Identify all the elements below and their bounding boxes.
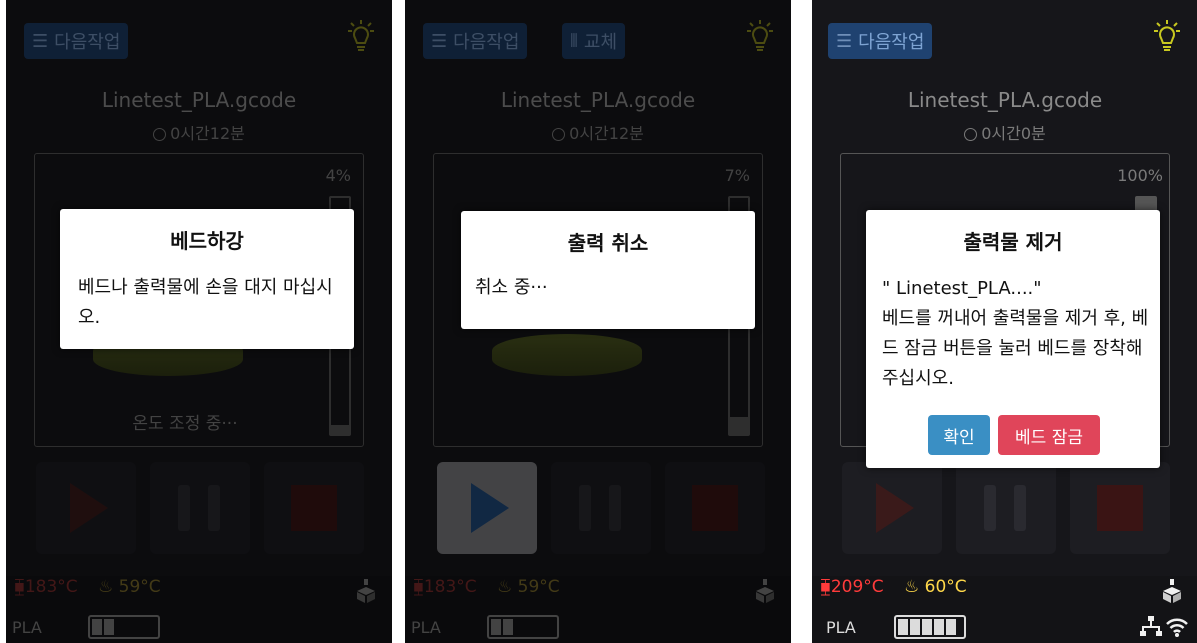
nozzle-temp: ⧯209°C	[820, 577, 884, 597]
network-icon	[1140, 616, 1188, 637]
dialog-message: 베드나 출력물에 손을 대지 마십시오.	[78, 277, 333, 328]
remove-print-dialog: 출력물 제거 " Linetest_PLA...." 베드를 꺼내어 출력물을 제…	[866, 210, 1160, 468]
progress-percent: 100%	[1117, 166, 1163, 185]
bed-heat-icon: ♨	[904, 577, 925, 597]
printer-screen-3: ☰ 다음작업 Linetest_PLA.gcode 0시간0분 100% ⧯20…	[812, 0, 1197, 643]
clock-icon	[964, 128, 978, 141]
printer-screen-1: ☰ 다음작업 Linetest_PLA.gcode 0시간12분 4% 온도 조…	[6, 0, 392, 643]
dialog-message: " Linetest_PLA...." 베드를 꺼내어 출력물을 제거 후, 베드…	[882, 278, 1149, 389]
cancel-print-dialog: 출력 취소 취소 중···	[461, 211, 755, 329]
bed-temp: ♨ 60°C	[904, 577, 967, 597]
cube-icon	[1163, 579, 1181, 603]
list-icon: ☰	[836, 30, 853, 52]
bed-lower-dialog: 베드하강 베드나 출력물에 손을 대지 마십시오.	[60, 209, 354, 349]
printer-screen-2: ☰ 다음작업 ⦀ 교체 Linetest_PLA.gcode 0시간12분 7%…	[405, 0, 791, 643]
next-job-label: 다음작업	[858, 32, 925, 53]
dialog-title: 출력물 제거	[963, 230, 1063, 254]
bed-lock-button[interactable]: 베드 잠금	[998, 415, 1100, 455]
material-label: PLA	[826, 618, 856, 637]
print-time: 0시간0분	[812, 120, 1197, 144]
pause-button[interactable]	[956, 462, 1056, 554]
filament-level	[894, 615, 966, 639]
lightbulb-icon[interactable]	[1150, 18, 1184, 58]
wifi-icon	[1166, 618, 1188, 633]
dialog-title: 베드하강	[170, 229, 244, 253]
confirm-button[interactable]: 확인	[928, 415, 990, 455]
stop-button[interactable]	[1070, 462, 1170, 554]
play-button[interactable]	[842, 462, 942, 554]
dialog-message: 취소 중···	[475, 277, 548, 298]
file-name: Linetest_PLA.gcode	[907, 88, 1103, 112]
next-job-button[interactable]: ☰ 다음작업	[828, 23, 933, 59]
dialog-title: 출력 취소	[567, 231, 649, 255]
nozzle-icon: ⧯	[820, 577, 831, 597]
